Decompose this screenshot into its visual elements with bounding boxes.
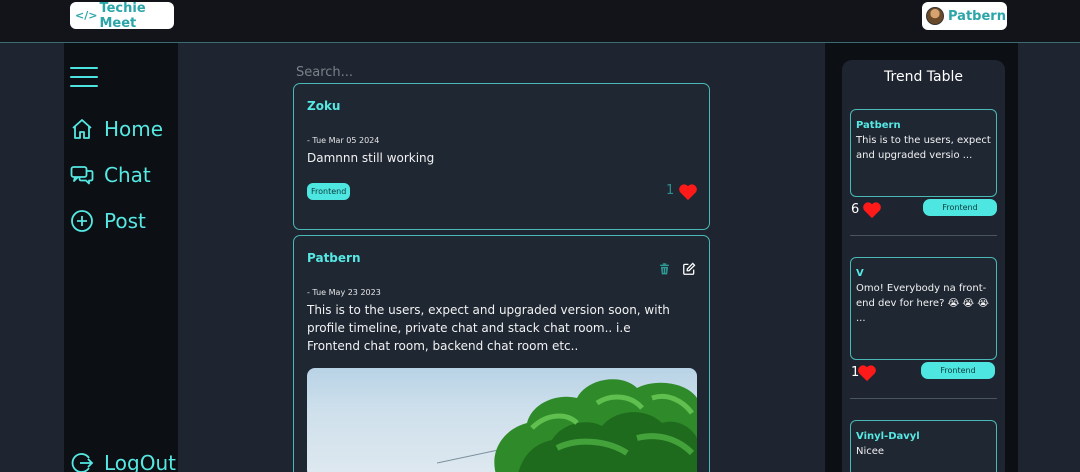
home-icon — [72, 119, 92, 139]
trend-item[interactable]: Patbern This is to the users, expect and… — [850, 109, 997, 197]
sidebar-item-label: Home — [104, 117, 164, 141]
left-gutter — [0, 43, 64, 472]
trend-author: Patbern — [856, 120, 901, 131]
logout-icon — [71, 453, 94, 472]
post-tag[interactable]: Frontend — [307, 183, 351, 200]
trend-author: V — [856, 268, 864, 279]
logout-label: LogOut — [104, 451, 176, 472]
username: Patbern — [948, 8, 1006, 24]
trend-tag[interactable]: Frontend — [923, 199, 997, 216]
post-date: - Tue Mar 05 2024 — [307, 136, 380, 145]
heart-icon[interactable] — [857, 364, 877, 382]
post-card: Zoku - Tue Mar 05 2024 Damnnn still work… — [293, 83, 710, 230]
trend-text: Omo! Everybody na front-end dev for here… — [856, 283, 989, 324]
post-card: Patbern - Tue May 23 2023 This is to the… — [293, 235, 710, 472]
trees-image — [437, 379, 697, 472]
user-profile-button[interactable]: Patbern — [922, 2, 1007, 30]
trend-like-count: 6 — [851, 202, 860, 217]
post-author[interactable]: Zoku — [307, 99, 340, 113]
trend-title: Trend Table — [884, 69, 963, 85]
plus-circle-icon — [71, 210, 93, 232]
post-date: - Tue May 23 2023 — [307, 288, 381, 297]
sidebar-item-label: Post — [104, 209, 146, 233]
trend-author: Vinyl-Davyl — [856, 431, 920, 442]
trend-text: This is to the users, expect and upgrade… — [856, 135, 991, 161]
sidebar-item-post[interactable]: Post — [70, 209, 146, 233]
top-bar: </> Techie Meet Patbern — [0, 0, 1080, 43]
trend-divider — [850, 235, 997, 236]
post-author[interactable]: Patbern — [307, 251, 361, 265]
brand-logo-button[interactable]: </> Techie Meet — [70, 0, 174, 31]
trend-item[interactable]: V Omo! Everybody na front-end dev for he… — [850, 257, 997, 360]
trend-divider — [850, 398, 997, 399]
logout-button[interactable]: LogOut — [70, 451, 176, 472]
chat-icon — [70, 166, 94, 185]
brand-name: Techie Meet — [99, 0, 146, 31]
sidebar-item-label: Chat — [104, 163, 151, 187]
trend-tag[interactable]: Frontend — [921, 362, 995, 379]
edit-icon[interactable] — [682, 262, 696, 276]
post-text: This is to the users, expect and upgrade… — [307, 303, 670, 353]
menu-icon[interactable] — [70, 67, 98, 87]
code-icon: </> — [75, 9, 98, 22]
search-input[interactable] — [294, 60, 708, 84]
sidebar-item-home[interactable]: Home — [70, 117, 163, 141]
trend-text: Nicee — [856, 446, 885, 457]
like-count: 1 — [666, 183, 675, 198]
heart-icon[interactable] — [862, 201, 882, 219]
post-text: Damnnn still working — [307, 151, 435, 165]
sidebar: Home Chat Post LogOut — [64, 43, 178, 472]
trash-icon[interactable] — [658, 262, 671, 276]
post-image[interactable] — [307, 368, 697, 472]
trend-item[interactable]: Vinyl-Davyl Nicee — [850, 420, 997, 472]
sidebar-item-chat[interactable]: Chat — [70, 163, 151, 187]
heart-icon[interactable] — [678, 183, 698, 201]
avatar — [926, 7, 944, 25]
